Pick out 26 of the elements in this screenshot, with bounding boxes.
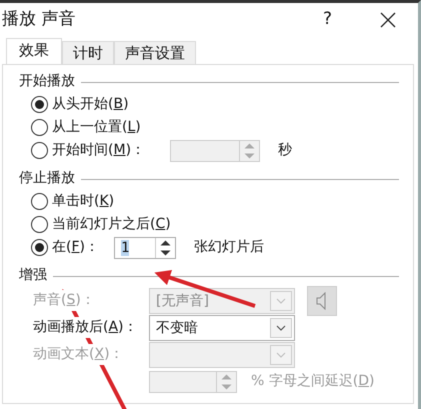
radio-button[interactable] [31,142,48,159]
radio-label[interactable]: 当前幻灯片之后(C) [52,214,171,235]
radio-label[interactable]: 在(F)： [52,237,99,258]
dropdown[interactable]: 不变暗 [149,314,295,340]
help-button[interactable]: ? [322,6,332,32]
radio-label[interactable]: 单击时(K) [52,191,114,212]
group-heading: 增强 [19,266,47,284]
spin-field[interactable]: 1 [114,236,176,258]
chevron-down-icon[interactable] [276,324,286,330]
tab[interactable]: 计时 [62,41,114,64]
radio-button[interactable] [31,193,48,210]
tab[interactable]: 声音设置 [114,41,196,64]
radio-label[interactable]: 从头开始(B) [52,94,129,115]
unit-label: 张幻灯片后 [194,238,264,257]
window-title: 播放 声音 [2,8,76,31]
radio-button[interactable] [31,119,48,136]
radio-button[interactable] [31,239,48,256]
radio-label[interactable]: 从上一位置(L) [52,117,141,138]
close-icon[interactable] [380,12,396,28]
group-heading: 停止播放 [19,168,75,188]
radio-button[interactable] [31,96,48,113]
group-heading: 开始播放 [19,72,75,90]
unit-label: 秒 [278,141,292,160]
tab[interactable]: 效果 [6,38,62,64]
radio-button[interactable] [31,216,48,233]
radio-label[interactable]: 开始时间(M)： [52,140,146,161]
